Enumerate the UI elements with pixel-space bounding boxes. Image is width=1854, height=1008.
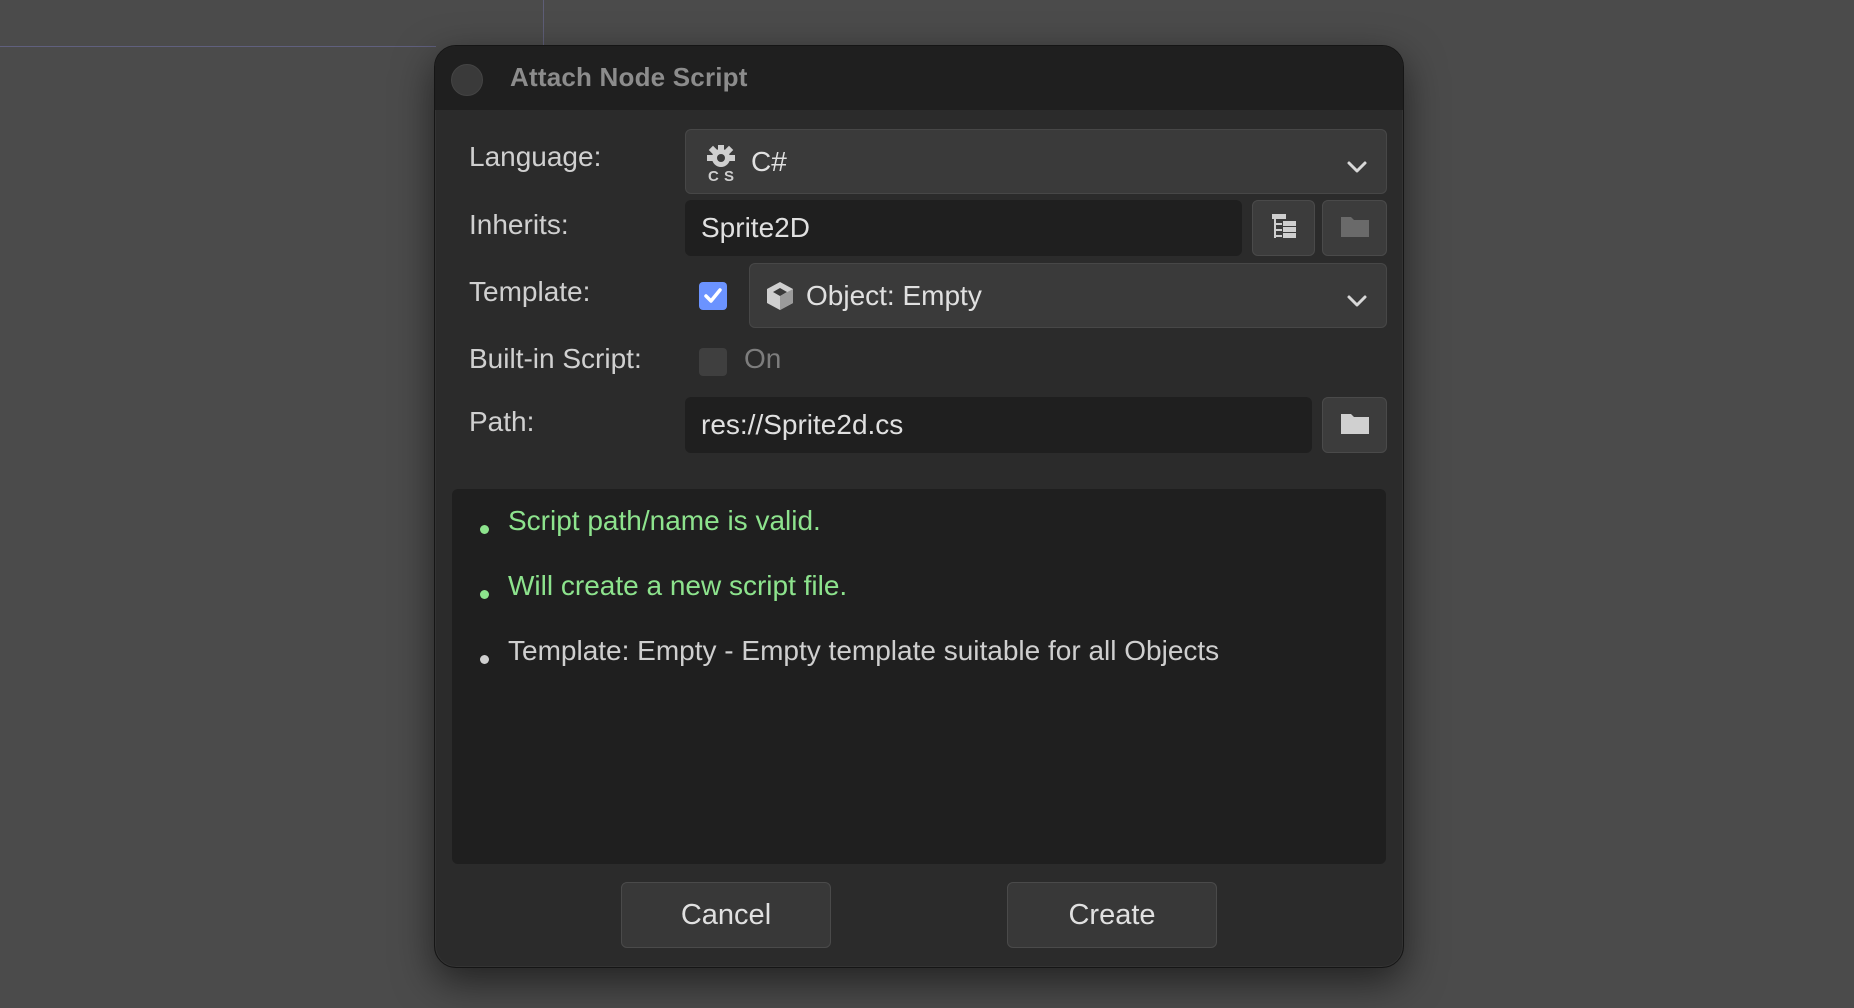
bullet-icon — [480, 525, 489, 534]
builtin-script-label: Built-in Script: — [469, 343, 642, 374]
inherits-browse-button[interactable] — [1322, 200, 1387, 256]
message-text: Script path/name is valid. — [508, 505, 821, 536]
template-value: Object: Empty — [806, 279, 982, 311]
attach-node-script-dialog: Attach Node Script Language: C S C# Inhe… — [434, 45, 1404, 968]
path-label: Path: — [469, 406, 535, 437]
bullet-icon — [480, 655, 489, 664]
csharp-gear-icon: C S — [702, 144, 740, 189]
cancel-button[interactable]: Cancel — [621, 882, 831, 948]
builtin-script-on-label: On — [744, 343, 782, 374]
checkmark-icon — [704, 288, 722, 303]
inherits-input[interactable]: Sprite2D — [685, 200, 1242, 256]
chevron-down-icon — [1346, 152, 1368, 184]
background-guide-vertical — [543, 0, 544, 46]
svg-text:S: S — [724, 168, 734, 182]
message-text: Will create a new script file. — [508, 570, 848, 601]
folder-icon — [1340, 213, 1370, 244]
validation-messages-panel: Script path/name is valid. Will create a… — [452, 489, 1386, 864]
path-browse-button[interactable] — [1322, 397, 1387, 453]
language-value: C# — [751, 145, 787, 177]
dialog-titlebar: Attach Node Script — [435, 46, 1403, 110]
template-dropdown[interactable]: Object: Empty — [749, 263, 1387, 328]
chevron-down-icon — [1346, 286, 1368, 318]
message-text: Template: Empty - Empty template suitabl… — [508, 635, 1220, 666]
create-button[interactable]: Create — [1007, 882, 1217, 948]
close-button[interactable] — [451, 64, 483, 96]
bullet-icon — [480, 590, 489, 599]
template-checkbox[interactable] — [699, 282, 727, 310]
language-label: Language: — [469, 141, 602, 172]
dialog-title: Attach Node Script — [510, 62, 748, 92]
inherits-label: Inherits: — [469, 209, 569, 240]
template-label: Template: — [469, 276, 591, 307]
folder-icon — [1340, 410, 1370, 441]
tree-icon — [1269, 211, 1299, 246]
inherits-tree-button[interactable] — [1252, 200, 1315, 256]
cube-icon — [764, 280, 796, 319]
builtin-script-checkbox[interactable] — [699, 348, 727, 376]
svg-text:C: C — [708, 168, 719, 182]
language-dropdown[interactable]: C S C# — [685, 129, 1387, 194]
path-input[interactable]: res://Sprite2d.cs — [685, 397, 1312, 453]
background-guide-horizontal — [0, 46, 436, 47]
